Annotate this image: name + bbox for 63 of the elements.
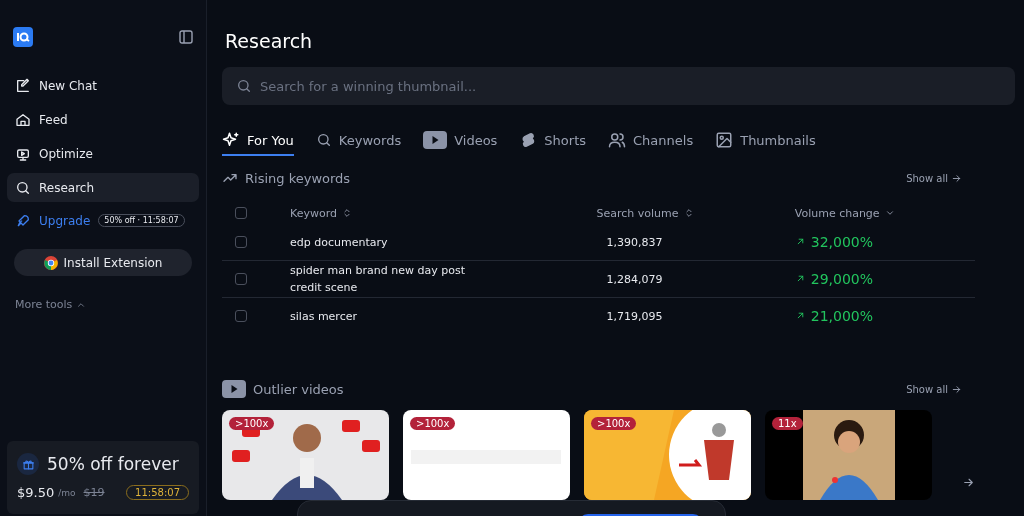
show-all-link[interactable]: Show all	[900, 382, 968, 396]
users-icon	[608, 131, 627, 149]
search-icon	[15, 179, 31, 196]
row-checkbox[interactable]	[235, 273, 247, 285]
column-header[interactable]: Volume change	[794, 206, 880, 220]
rocket-icon	[15, 212, 31, 229]
page-title: Research	[225, 30, 314, 52]
row-checkbox[interactable]	[235, 310, 247, 322]
play-icon	[423, 131, 448, 149]
outlier-badge: >100x	[410, 417, 456, 430]
next-arrow-icon	[962, 476, 975, 489]
volume-change-cell: 29,000%	[810, 270, 874, 287]
more-tools-label[interactable]: More tools	[15, 298, 73, 311]
old-price: $19	[83, 486, 105, 499]
sparkle-icon	[222, 131, 240, 149]
search-volume-cell: 1,719,095	[606, 309, 663, 323]
tab[interactable]: Thumbnails	[715, 131, 816, 156]
show-all-link[interactable]: Show all	[900, 171, 968, 185]
promo-title: 50% off forever	[47, 454, 179, 474]
price-period: /mo	[58, 487, 76, 498]
section-title: Outlier videos	[253, 381, 344, 397]
sort-icon	[683, 208, 694, 218]
tab[interactable]: For You	[222, 131, 294, 156]
select-all-checkbox[interactable]	[235, 207, 247, 219]
upgrade-link[interactable]: Upgrade	[39, 213, 91, 228]
keyword-cell-text: silas mercer	[290, 308, 358, 325]
edit-icon	[15, 77, 31, 94]
sidebar-item[interactable]: Feed	[7, 105, 199, 134]
sidebar-item[interactable]: Optimize	[7, 139, 199, 168]
price: $9.50	[17, 485, 55, 500]
search-field[interactable]: Search for a winning thumbnail...	[222, 67, 1015, 105]
search-volume-cell: 1,390,837	[606, 235, 663, 249]
sidebar-toggle-icon[interactable]	[179, 30, 193, 44]
keyword-cell-text: edp documentary	[290, 234, 389, 251]
arrow-right-icon	[951, 172, 962, 184]
row-checkbox[interactable]	[235, 236, 247, 248]
tab[interactable]: Channels	[608, 131, 694, 156]
play-icon	[222, 380, 246, 398]
search-volume-cell: 1,284,079	[606, 272, 663, 286]
tab[interactable]: Shorts	[519, 131, 587, 156]
outlier-badge: >100x	[229, 417, 275, 430]
keyword-cell-text: spider man brand new day post credit scene	[290, 263, 466, 296]
chevron-down-icon	[884, 208, 895, 218]
outlier-badge: >100x	[591, 417, 637, 430]
section-title: Rising keywords	[245, 170, 351, 186]
image-icon	[715, 131, 734, 149]
search-icon	[315, 132, 332, 148]
tab[interactable]: Keywords	[315, 131, 402, 156]
outlier-badge: 11x	[772, 417, 803, 430]
arrow-right-icon	[951, 383, 962, 395]
column-header[interactable]: Keyword	[290, 206, 338, 220]
home-icon	[15, 111, 31, 128]
search-icon	[236, 78, 252, 94]
volume-change-cell: 21,000%	[810, 307, 874, 324]
install-extension-button[interactable]: Install Extension	[14, 249, 192, 276]
volume-change-cell: 32,000%	[810, 233, 874, 250]
tab[interactable]: Videos	[423, 131, 498, 156]
sidebar-item[interactable]: Research	[7, 173, 199, 202]
browser-logo-icon	[43, 255, 58, 270]
column-header[interactable]: Search volume	[596, 206, 679, 220]
sort-icon	[342, 208, 353, 218]
sidebar-item[interactable]: New Chat	[7, 71, 199, 100]
app-logo-icon[interactable]	[13, 27, 33, 47]
